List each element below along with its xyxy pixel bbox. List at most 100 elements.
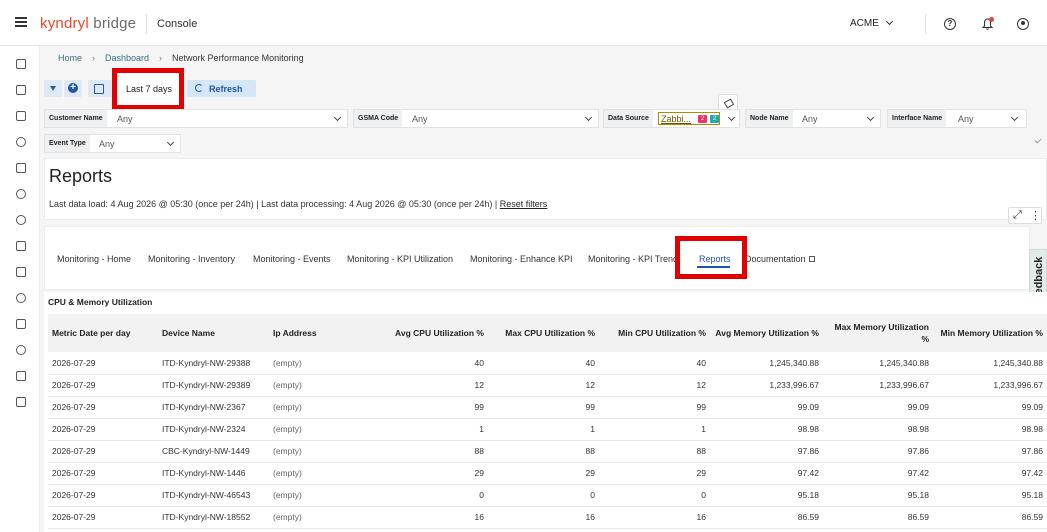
- interface-name-filter[interactable]: Interface Name Any: [887, 109, 1027, 128]
- help-icon[interactable]: ?: [944, 18, 956, 30]
- column-header[interactable]: Max CPU Utilization %: [488, 314, 599, 352]
- table-cell: 86.59: [823, 506, 933, 529]
- menu-icon[interactable]: [15, 17, 27, 27]
- settings-icon[interactable]: [16, 215, 26, 225]
- data-source-selected[interactable]: Zabbi... 2 2: [658, 112, 720, 125]
- top-header: kyndryl bridge Console ACME ?: [0, 0, 1047, 46]
- event-type-filter[interactable]: Event Type Any: [44, 134, 181, 153]
- table-cell: 12: [360, 374, 488, 397]
- column-header[interactable]: Min CPU Utilization %: [599, 314, 710, 352]
- table-cell: 2026-07-29: [48, 396, 158, 419]
- briefcase-icon[interactable]: [16, 371, 26, 381]
- table-cell: 0: [360, 484, 488, 507]
- refresh-label: Refresh: [209, 84, 243, 94]
- tab-monitoring-kpi-trend[interactable]: Monitoring - KPI Trend: [588, 254, 681, 264]
- customer-name-filter[interactable]: Customer Name Any: [44, 109, 348, 128]
- add-filter-button[interactable]: [64, 80, 82, 97]
- table-cell: CBC-Kyndryl-NW-1449: [158, 440, 269, 463]
- breadcrumb-home[interactable]: Home: [58, 53, 82, 63]
- apps-icon[interactable]: [16, 163, 26, 173]
- check-icon: [1034, 136, 1042, 144]
- column-header[interactable]: Device Name: [158, 314, 269, 352]
- chevron-down-icon: [584, 113, 593, 122]
- notification-dot: [989, 17, 994, 22]
- table-row[interactable]: 2026-07-29 ITD-Kyndryl-NW-2324 (empty) 1 1 1 9…: [48, 418, 1047, 441]
- logo[interactable]: kyndryl bridge: [40, 15, 136, 32]
- support-icon[interactable]: [16, 345, 26, 355]
- reports-panel: Reports Last data load: 4 Aug 2026 @ 05:…: [44, 158, 1047, 220]
- tab-bar: Monitoring - Home Monitoring - Inventory…: [44, 226, 1030, 290]
- org-selector[interactable]: ACME: [850, 17, 893, 29]
- column-header[interactable]: Min Memory Utilization %: [933, 314, 1047, 352]
- reports-tab-highlight: [675, 236, 747, 279]
- table-row[interactable]: 2026-07-29 ITD-Kyndryl-NW-1446 (empty) 29 29…: [48, 462, 1047, 485]
- table-row[interactable]: 2026-07-29 ITD-Kyndryl-NW-2367 (empty) 99 99…: [48, 396, 1047, 419]
- date-range-selector[interactable]: Last 7 days: [112, 68, 184, 110]
- table-cell: 88: [599, 440, 710, 463]
- calendar-button[interactable]: [88, 80, 114, 97]
- table-cell: 16: [360, 506, 488, 529]
- column-header[interactable]: Metric Date per day: [48, 314, 158, 352]
- tab-monitoring-enhance-kpi[interactable]: Monitoring - Enhance KPI: [470, 254, 573, 264]
- table-row[interactable]: 2026-07-29 ITD-Kyndryl-NW-18552 (empty) 16 1…: [48, 506, 1047, 529]
- export-icon[interactable]: [16, 111, 26, 121]
- chevron-down-icon: [727, 113, 736, 122]
- table-row[interactable]: 2026-07-29 ITD-Kyndryl-NW-46543 (empty) 0 0 0…: [48, 484, 1047, 507]
- column-header[interactable]: Max Memory Utilization %: [823, 314, 933, 352]
- table-cell: 99: [488, 396, 599, 419]
- filter-toggle-button[interactable]: [44, 80, 62, 97]
- network-icon[interactable]: [16, 189, 26, 199]
- column-header[interactable]: Avg CPU Utilization %: [360, 314, 488, 352]
- table-cell: 97.42: [710, 462, 823, 485]
- column-header[interactable]: Ip Address: [269, 314, 360, 352]
- reset-filters-link[interactable]: Reset filters: [500, 199, 548, 209]
- table-cell: (empty): [269, 418, 360, 441]
- table-cell: 95.18: [823, 484, 933, 507]
- chevron-down-icon: [333, 113, 342, 122]
- heart-icon[interactable]: [16, 137, 26, 147]
- table-cell: 40: [599, 352, 710, 375]
- column-header[interactable]: Avg Memory Utilization %: [710, 314, 823, 352]
- document-icon[interactable]: [16, 319, 26, 329]
- table-cell: 1: [488, 418, 599, 441]
- table-row[interactable]: 2026-07-29 ITD-Kyndryl-NW-29388 (empty) 40 4…: [48, 352, 1047, 375]
- table-cell: 1,245,340.88: [933, 352, 1047, 375]
- node-name-filter[interactable]: Node Name Any: [745, 109, 881, 128]
- table-row[interactable]: 2026-07-29 CBC-Kyndryl-NW-1449 (empty) 88 88…: [48, 440, 1047, 463]
- table-cell: 2026-07-29: [48, 374, 158, 397]
- card-icon[interactable]: [16, 397, 26, 407]
- tab-documentation[interactable]: Documentation: [745, 254, 815, 264]
- table-cell: 97.42: [933, 462, 1047, 485]
- refresh-button[interactable]: Refresh: [187, 80, 256, 97]
- breadcrumb-dashboard[interactable]: Dashboard: [105, 53, 149, 63]
- user-icon[interactable]: [1017, 18, 1029, 30]
- table-cell: 16: [488, 506, 599, 529]
- page-title: Reports: [49, 166, 113, 186]
- table-cell: 98.98: [823, 418, 933, 441]
- table-cell: 2026-07-29: [48, 484, 158, 507]
- cpu-memory-table-section: CPU & Memory Utilization Metric Date per…: [44, 292, 1047, 532]
- expand-button[interactable]: [1008, 207, 1042, 224]
- filter-value: Any: [958, 114, 974, 124]
- home-icon[interactable]: [16, 59, 26, 69]
- table-cell: (empty): [269, 506, 360, 529]
- table-cell: 95.18: [933, 484, 1047, 507]
- tab-monitoring-kpi-utilization[interactable]: Monitoring - KPI Utilization: [347, 254, 453, 264]
- breadcrumb-separator: ›: [159, 53, 163, 63]
- alert-icon[interactable]: [16, 293, 26, 303]
- chat-icon[interactable]: [16, 267, 26, 277]
- table-cell: ITD-Kyndryl-NW-29389: [158, 374, 269, 397]
- tab-monitoring-events[interactable]: Monitoring - Events: [253, 254, 331, 264]
- external-link-icon: [808, 256, 815, 262]
- table-cell: 88: [360, 440, 488, 463]
- filter-value: Any: [412, 114, 428, 124]
- tab-monitoring-inventory[interactable]: Monitoring - Inventory: [148, 254, 235, 264]
- divider: [146, 14, 147, 34]
- table-cell: 1: [599, 418, 710, 441]
- tab-monitoring-home[interactable]: Monitoring - Home: [57, 254, 131, 264]
- grid-icon[interactable]: [16, 85, 26, 95]
- table-row[interactable]: 2026-07-29 ITD-Kyndryl-NW-29389 (empty) 12 1…: [48, 374, 1047, 397]
- gsma-code-filter[interactable]: GSMA Code Any: [353, 109, 599, 128]
- table-cell: 29: [360, 462, 488, 485]
- report-icon[interactable]: [16, 241, 26, 251]
